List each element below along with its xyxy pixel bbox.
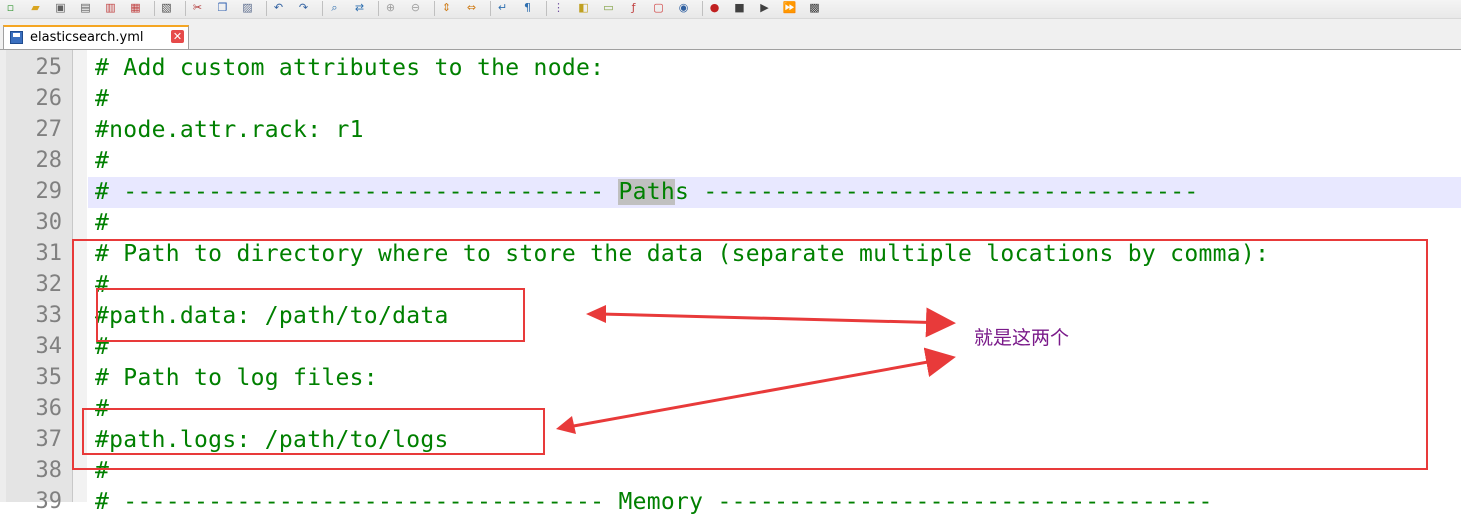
annotation-note: 就是这两个 [974,327,1070,349]
arrow-to-path-logs [567,347,956,429]
arrow-to-path-data [599,307,956,338]
arrowhead-path-data [586,305,606,323]
arrowhead-path-logs [556,416,576,434]
annotation-arrows [556,305,956,434]
